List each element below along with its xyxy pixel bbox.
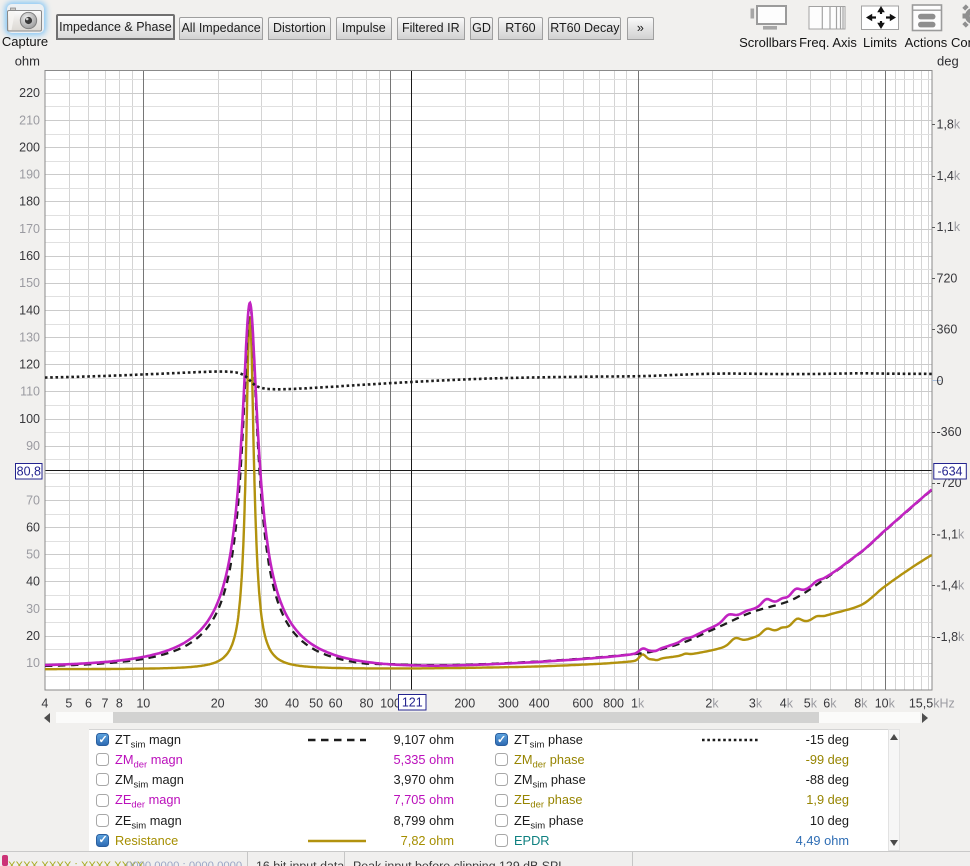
- svg-text:7: 7: [102, 697, 109, 711]
- svg-text:190: 190: [19, 168, 40, 182]
- svg-text:170: 170: [19, 222, 40, 236]
- svg-text:deg: deg: [937, 54, 959, 69]
- svg-text:3k: 3k: [749, 697, 763, 711]
- svg-text:50: 50: [309, 697, 323, 711]
- svg-text:2k: 2k: [705, 697, 719, 711]
- svg-text:400: 400: [529, 697, 550, 711]
- svg-text:-360: -360: [937, 425, 962, 439]
- svg-text:1,8k: 1,8k: [937, 118, 961, 132]
- svg-text:30: 30: [254, 697, 268, 711]
- svg-text:600: 600: [572, 697, 593, 711]
- svg-text:10: 10: [136, 697, 150, 711]
- svg-text:100: 100: [19, 412, 40, 426]
- svg-text:-634: -634: [937, 465, 962, 479]
- svg-text:20: 20: [211, 697, 225, 711]
- svg-text:300: 300: [498, 697, 519, 711]
- svg-text:150: 150: [19, 276, 40, 290]
- svg-text:40: 40: [26, 575, 40, 589]
- svg-text:220: 220: [19, 86, 40, 100]
- svg-text:60: 60: [329, 697, 343, 711]
- svg-text:121: 121: [402, 696, 423, 710]
- svg-text:100: 100: [380, 697, 401, 711]
- svg-text:4: 4: [41, 697, 48, 711]
- svg-text:6: 6: [85, 697, 92, 711]
- svg-text:210: 210: [19, 113, 40, 127]
- svg-text:-1,8k: -1,8k: [937, 630, 966, 644]
- svg-text:50: 50: [26, 548, 40, 562]
- svg-text:70: 70: [26, 493, 40, 507]
- svg-text:8: 8: [116, 697, 123, 711]
- svg-text:40: 40: [285, 697, 299, 711]
- svg-text:200: 200: [19, 140, 40, 154]
- svg-text:ohm: ohm: [15, 54, 40, 69]
- svg-text:4k: 4k: [780, 697, 794, 711]
- svg-text:200: 200: [454, 697, 475, 711]
- svg-text:5k: 5k: [804, 697, 818, 711]
- svg-text:1,4k: 1,4k: [937, 169, 961, 183]
- svg-text:130: 130: [19, 330, 40, 344]
- svg-text:10k: 10k: [875, 697, 896, 711]
- svg-text:60: 60: [26, 520, 40, 534]
- svg-text:15,5kHz: 15,5kHz: [909, 697, 955, 711]
- svg-text:-1,1k: -1,1k: [937, 528, 966, 542]
- svg-text:-1,4k: -1,4k: [937, 579, 966, 593]
- svg-text:720: 720: [937, 271, 958, 285]
- svg-text:30: 30: [26, 602, 40, 616]
- svg-text:20: 20: [26, 629, 40, 643]
- svg-text:80: 80: [360, 697, 374, 711]
- svg-text:5: 5: [65, 697, 72, 711]
- svg-text:180: 180: [19, 195, 40, 209]
- svg-text:0: 0: [937, 374, 944, 388]
- svg-text:80,8: 80,8: [17, 465, 41, 479]
- svg-text:10: 10: [26, 656, 40, 670]
- svg-text:800: 800: [603, 697, 624, 711]
- svg-text:160: 160: [19, 249, 40, 263]
- svg-text:90: 90: [26, 439, 40, 453]
- svg-text:6k: 6k: [823, 697, 837, 711]
- svg-text:110: 110: [20, 385, 40, 399]
- svg-text:120: 120: [19, 358, 40, 372]
- svg-text:1,1k: 1,1k: [937, 220, 961, 234]
- svg-text:1k: 1k: [631, 697, 645, 711]
- svg-text:8k: 8k: [854, 697, 868, 711]
- svg-text:140: 140: [19, 303, 40, 317]
- svg-text:360: 360: [937, 323, 958, 337]
